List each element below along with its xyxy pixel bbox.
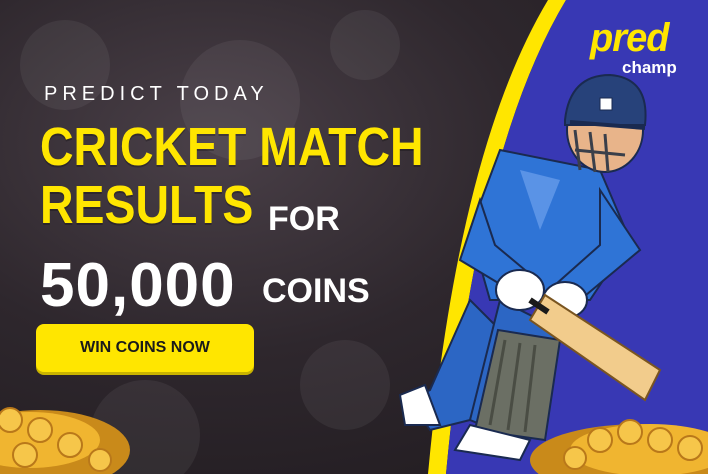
promo-headline: CRICKET MATCH RESULTS <box>40 118 424 234</box>
headline-line-2: RESULTS <box>40 175 254 235</box>
coin-pile-left <box>0 407 130 474</box>
logo-subtext: champ <box>622 58 677 77</box>
predchamp-logo[interactable]: pred champ <box>584 14 694 78</box>
win-coins-button[interactable]: WIN COINS NOW <box>36 324 254 372</box>
headline-line-1: CRICKET MATCH <box>40 117 424 177</box>
promo-eyebrow: PREDICT TODAY <box>44 83 269 105</box>
logo-wordmark: pred <box>590 16 669 60</box>
coins-label: COINS <box>262 272 370 310</box>
promo-for-text: FOR <box>268 200 340 238</box>
promo-banner: pred champ PREDICT TODAY CRICKET MATCH R… <box>0 0 708 474</box>
coin-amount: 50,000 <box>40 251 236 320</box>
